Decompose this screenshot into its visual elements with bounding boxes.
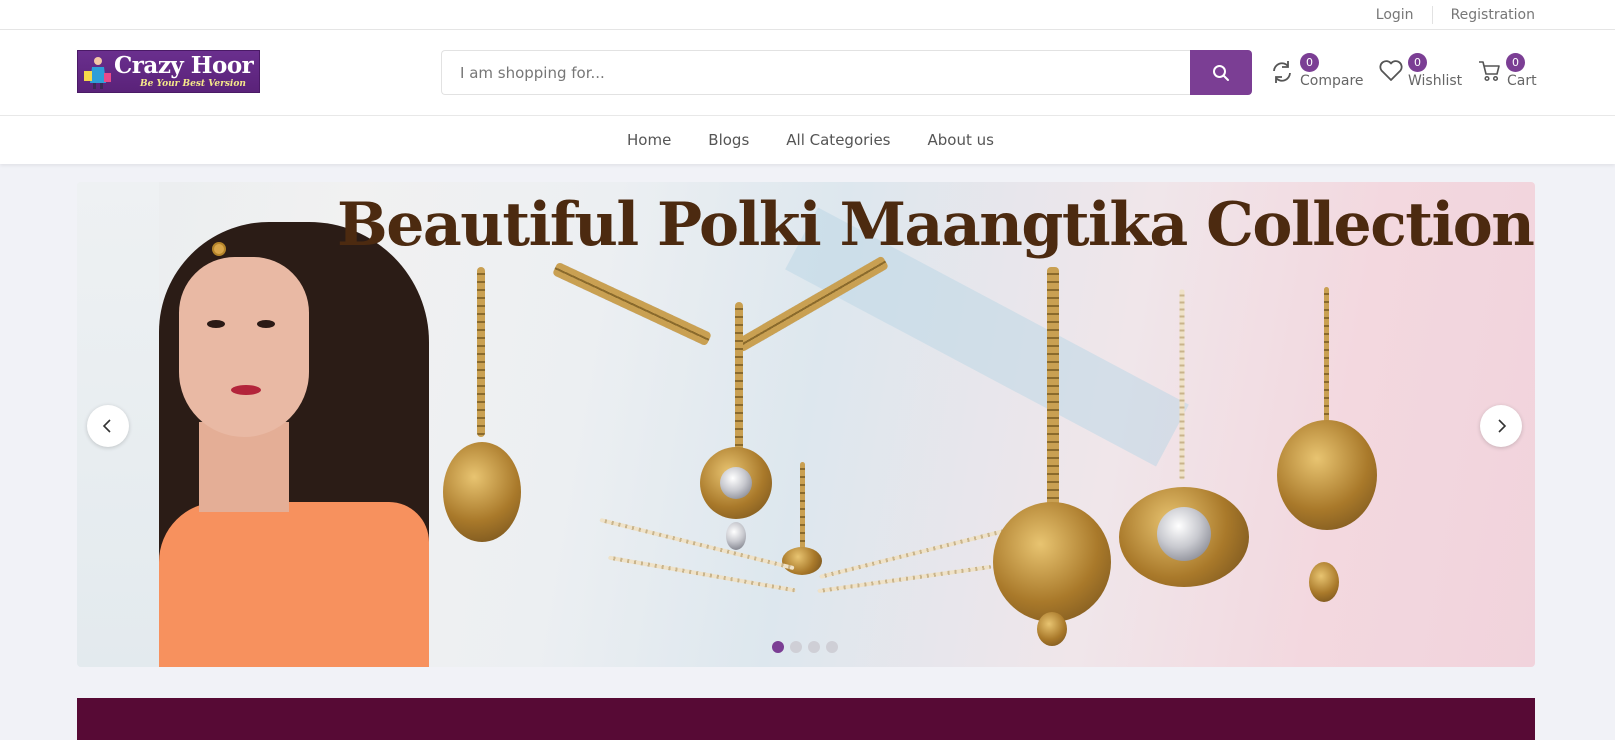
wishlist-count-badge: 0 bbox=[1408, 53, 1427, 72]
logo-title: Crazy Hoor bbox=[114, 52, 254, 79]
heart-icon bbox=[1379, 60, 1403, 81]
account-links: Login Registration bbox=[1358, 0, 1535, 30]
compare-icon bbox=[1273, 61, 1291, 83]
wishlist-label: Wishlist bbox=[1408, 73, 1463, 89]
shopper-logo-icon bbox=[84, 57, 111, 89]
slider-dots bbox=[772, 641, 844, 653]
registration-link[interactable]: Registration bbox=[1433, 7, 1535, 23]
hero-headline: Beautiful Polki Maangtika Collection bbox=[337, 190, 1535, 260]
compare-label: Compare bbox=[1300, 73, 1364, 89]
logo-tagline: Be Your Best Version bbox=[140, 79, 246, 89]
compare-button[interactable]: 0 Compare bbox=[1270, 50, 1364, 95]
nav-item-about-us[interactable]: About us bbox=[928, 131, 994, 149]
model-photo bbox=[159, 222, 429, 667]
slider-dot[interactable] bbox=[826, 641, 838, 653]
login-link[interactable]: Login bbox=[1358, 7, 1432, 23]
search-button[interactable] bbox=[1190, 50, 1252, 95]
chevron-left-icon bbox=[102, 419, 111, 433]
nav-item-all-categories[interactable]: All Categories bbox=[786, 131, 890, 149]
compare-count-badge: 0 bbox=[1300, 53, 1319, 72]
nav-item-blogs[interactable]: Blogs bbox=[708, 131, 749, 149]
cart-count-badge: 0 bbox=[1506, 53, 1525, 72]
promo-banner[interactable] bbox=[77, 698, 1535, 740]
slider-dot[interactable] bbox=[790, 641, 802, 653]
slider-dot[interactable] bbox=[772, 641, 784, 653]
main-nav: Home Blogs All Categories About us bbox=[0, 116, 1615, 164]
top-bar: Login Registration bbox=[0, 0, 1615, 30]
search-icon bbox=[1213, 64, 1229, 81]
slider-dot[interactable] bbox=[808, 641, 820, 653]
search-input[interactable] bbox=[441, 50, 1191, 95]
hero-slider[interactable]: Beautiful Polki Maangtika Collection bbox=[77, 182, 1535, 667]
wishlist-button[interactable]: 0 Wishlist bbox=[1378, 50, 1463, 95]
site-logo[interactable]: Crazy Hoor Be Your Best Version bbox=[77, 50, 260, 93]
slider-next-button[interactable] bbox=[1480, 405, 1522, 447]
cart-button[interactable]: 0 Cart bbox=[1478, 50, 1538, 95]
nav-item-home[interactable]: Home bbox=[627, 131, 671, 149]
cart-label: Cart bbox=[1507, 73, 1537, 89]
search-bar bbox=[441, 50, 1252, 95]
chevron-right-icon bbox=[1498, 419, 1507, 433]
cart-icon bbox=[1479, 61, 1500, 82]
slider-prev-button[interactable] bbox=[87, 405, 129, 447]
site-header: Crazy Hoor Be Your Best Version 0 Compar… bbox=[0, 30, 1615, 116]
